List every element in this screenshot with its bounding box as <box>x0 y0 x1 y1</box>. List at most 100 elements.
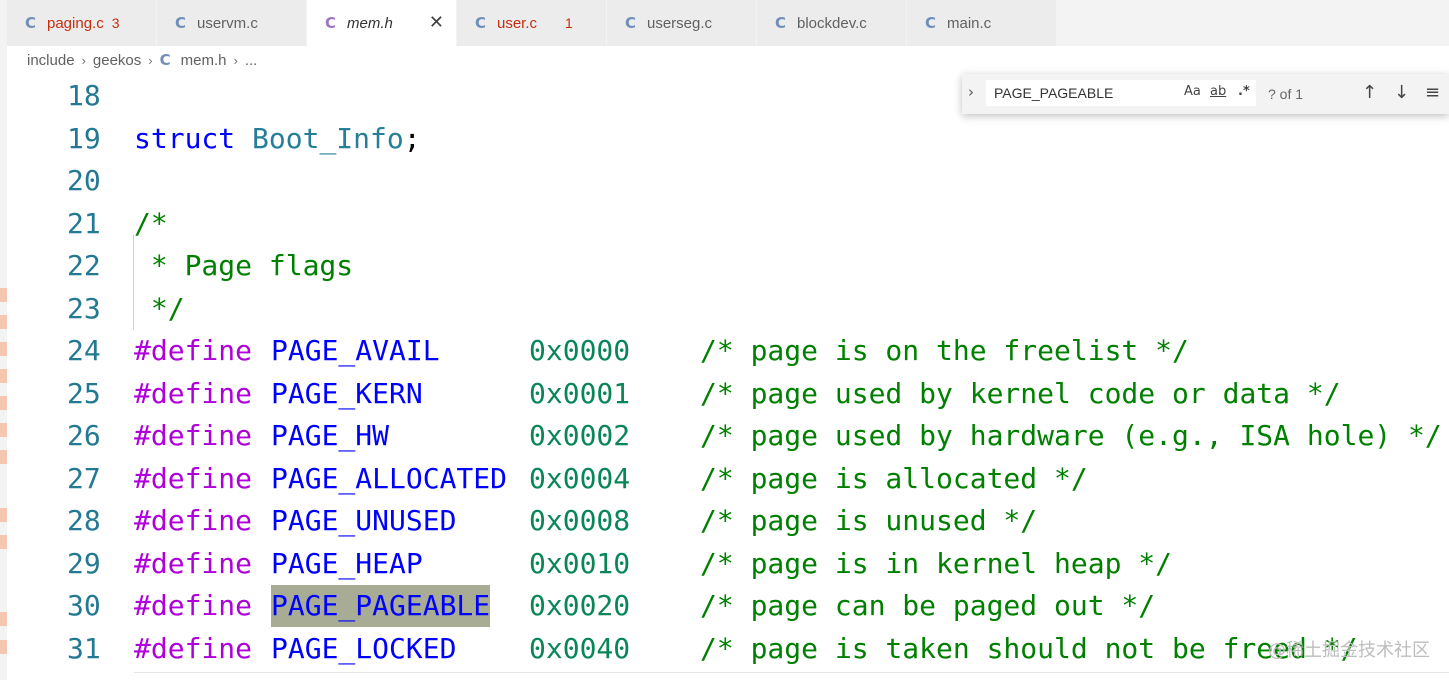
line-number: 27 <box>67 461 101 495</box>
next-match-arrow-icon[interactable]: ↓ <box>1394 82 1409 103</box>
whole-word-icon[interactable]: ab <box>1210 84 1226 99</box>
define-directive: #define <box>134 589 253 622</box>
tab-mem-h[interactable]: Cmem.h ✕ <box>307 0 457 46</box>
code-line[interactable]: 23 */ <box>7 288 1449 330</box>
strip-marker <box>0 423 7 437</box>
regex-icon[interactable]: .* <box>1238 84 1250 99</box>
breadcrumb-item-symbols[interactable]: ... <box>245 52 258 69</box>
comment-token: /* page is in kernel heap */ <box>700 546 1173 580</box>
tab-label: blockdev.c <box>797 14 867 32</box>
code-line[interactable]: 24 #define PAGE_AVAIL 0x0000 /* page is on t… <box>7 330 1449 372</box>
line-number: 22 <box>67 249 101 282</box>
breadcrumb: include › geekos › C mem.h › ... <box>7 46 1449 74</box>
comment-token: /* page is unused */ <box>700 504 1038 537</box>
code-line[interactable]: 28 #define PAGE_UNUSED 0x0008 /* page is unu… <box>7 500 1449 542</box>
close-icon[interactable]: ✕ <box>429 12 444 33</box>
tab-paging-c[interactable]: Cpaging.c 3 <box>7 0 157 46</box>
comment-token: /* page is on the freelist */ <box>700 334 1189 367</box>
keyword-token: struct <box>134 121 236 155</box>
macro-name-search-match: PAGE_PAGEABLE <box>271 585 491 627</box>
code-line[interactable]: 21 /* <box>7 203 1449 245</box>
tab-label: user.c <box>497 14 538 32</box>
macro-name: PAGE_KERN <box>271 376 423 410</box>
define-directive: #define <box>134 334 253 367</box>
breadcrumb-item-geekos[interactable]: geekos <box>93 52 141 69</box>
line-number: 24 <box>67 334 101 367</box>
tab-main-c[interactable]: Cmain.c <box>907 0 1057 46</box>
code-line[interactable]: 19 struct Boot_Info; <box>7 118 1449 160</box>
code-line[interactable]: 29 #define PAGE_HEAP 0x0010 /* page is in ke… <box>7 543 1449 585</box>
punctuation-token: ; <box>403 121 421 155</box>
strip-marker <box>0 342 7 356</box>
problem-count-badge: 1 <box>565 15 573 31</box>
define-directive: #define <box>134 461 253 495</box>
strip-marker <box>0 315 7 329</box>
macro-value: 0x0001 <box>529 376 631 410</box>
match-case-icon[interactable]: Aa <box>1184 84 1201 99</box>
macro-value: 0x0010 <box>529 546 631 580</box>
macro-name: PAGE_ALLOCATED <box>271 461 508 495</box>
strip-marker <box>0 450 7 464</box>
macro-name: PAGE_HW <box>271 419 390 452</box>
problem-count-badge: 3 <box>111 15 120 31</box>
previous-match-arrow-icon[interactable]: ↑ <box>1362 82 1377 103</box>
chevron-right-icon: › <box>81 52 86 68</box>
tab-user-c[interactable]: Cuser.c 1 <box>457 0 607 46</box>
find-in-selection-icon[interactable]: ≡ <box>1425 82 1440 103</box>
comment-token: /* page used by kernel code or data */ <box>700 376 1341 410</box>
code-content: struct Boot_Info; <box>134 118 421 160</box>
code-line[interactable]: 22 * Page flags <box>7 245 1449 287</box>
editor-tab-bar: Cpaging.c 3 Cuservm.c Cmem.h ✕ Cuser.c 1 Cusers… <box>7 0 1449 46</box>
find-widget: › PAGE_PAGEABLE Aa ab .* ? of 1 ↑ ↓ ≡ <box>962 74 1449 114</box>
strip-marker <box>0 369 7 383</box>
c-file-icon: C <box>175 14 187 32</box>
strip-marker <box>0 396 7 410</box>
c-file-icon: C <box>625 14 637 32</box>
macro-name: PAGE_LOCKED <box>271 631 457 665</box>
line-number: 25 <box>67 376 101 410</box>
line-number: 26 <box>67 419 101 452</box>
c-file-icon: C <box>925 14 937 32</box>
define-directive: #define <box>134 631 253 665</box>
code-line[interactable]: 26 #define PAGE_HW 0x0002 /* page used by ha… <box>7 415 1449 457</box>
macro-name: PAGE_AVAIL <box>271 334 440 367</box>
macro-name: PAGE_UNUSED <box>271 504 457 537</box>
line-number: 19 <box>67 121 101 155</box>
code-editor[interactable]: 18 19 struct Boot_Info; 20 21 /* 22 * Page fla… <box>7 74 1449 680</box>
macro-value: 0x0020 <box>529 589 631 622</box>
comment-token: /* page is allocated */ <box>700 461 1088 495</box>
code-line[interactable]: 27 #define PAGE_ALLOCATED 0x0004 /* page is … <box>7 458 1449 500</box>
c-file-icon: C <box>475 14 487 32</box>
macro-value: 0x0004 <box>529 461 631 495</box>
tab-label: userseg.c <box>647 14 713 32</box>
define-directive: #define <box>134 504 253 537</box>
code-line[interactable]: 30 #define PAGE_PAGEABLE 0x0020 /* page can … <box>7 585 1449 627</box>
comment-token: /* <box>134 206 168 240</box>
tab-label: mem.h <box>347 14 393 32</box>
comment-token: /* page used by hardware (e.g., ISA hole… <box>700 419 1442 452</box>
line-number: 30 <box>67 589 101 622</box>
chevron-right-icon: › <box>233 52 238 68</box>
tab-label: main.c <box>947 14 992 32</box>
breadcrumb-item-file[interactable]: mem.h <box>181 52 227 69</box>
strip-marker <box>0 535 7 549</box>
tab-userseg-c[interactable]: Cuserseg.c <box>607 0 757 46</box>
comment-token: */ <box>134 291 185 325</box>
toggle-replace-chevron-icon[interactable]: › <box>968 83 974 101</box>
code-line[interactable]: 20 <box>7 160 1449 202</box>
find-result-count: ? of 1 <box>1268 86 1304 102</box>
line-number: 28 <box>67 504 101 537</box>
chevron-right-icon: › <box>148 52 153 68</box>
breadcrumb-item-include[interactable]: include <box>27 52 75 69</box>
editor-bottom-border <box>134 672 1449 673</box>
strip-marker <box>0 288 7 302</box>
tab-blockdev-c[interactable]: Cblockdev.c <box>757 0 907 46</box>
c-file-icon: C <box>159 51 171 69</box>
macro-value: 0x0000 <box>529 334 631 367</box>
c-file-icon: C <box>25 14 37 32</box>
code-line[interactable]: 31 #define PAGE_LOCKED 0x0040 /* page is tak… <box>7 628 1449 670</box>
tab-uservm-c[interactable]: Cuservm.c <box>157 0 307 46</box>
comment-token: /* page can be paged out */ <box>700 589 1156 622</box>
line-number: 20 <box>67 164 101 197</box>
code-line[interactable]: 25 #define PAGE_KERN 0x0001 /* page used by … <box>7 373 1449 415</box>
